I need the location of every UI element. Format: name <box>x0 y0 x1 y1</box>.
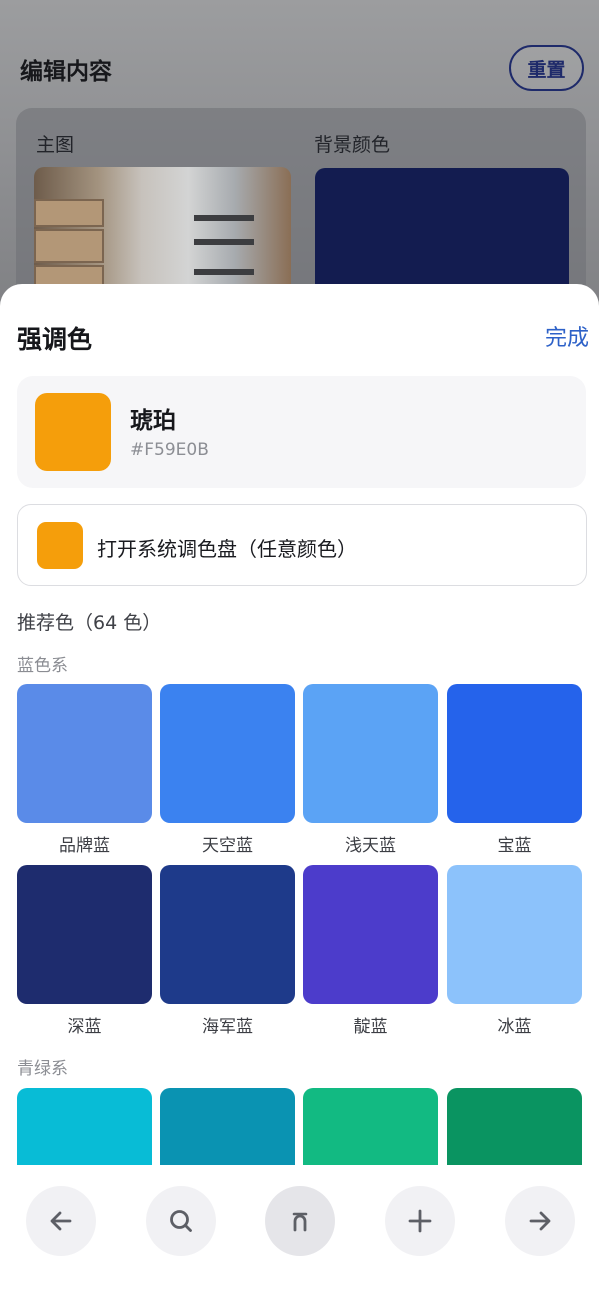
editor-title: 编辑内容 <box>20 59 112 85</box>
color-swatch[interactable]: 品牌蓝 <box>17 684 152 856</box>
reset-button[interactable]: 重置 <box>509 45 584 91</box>
swatch-name: 天空蓝 <box>202 836 253 856</box>
done-button[interactable]: 完成 <box>545 320 589 352</box>
main-image-label: 主图 <box>36 134 75 156</box>
sheet-title: 强调色 <box>17 325 93 354</box>
color-swatch[interactable]: 深蓝 <box>17 865 152 1037</box>
swatch-color-box <box>303 684 438 823</box>
current-color-card: 琥珀 #F59E0B <box>17 376 586 488</box>
color-swatch[interactable]: 浅天蓝 <box>303 684 438 856</box>
search-icon[interactable] <box>146 1186 216 1256</box>
swatch-name: 靛蓝 <box>353 1017 388 1037</box>
current-color-swatch <box>35 393 111 471</box>
swatch-color-box <box>303 865 438 1004</box>
swatch-name: 深蓝 <box>67 1017 102 1037</box>
accent-color-sheet: 强调色 完成 琥珀 #F59E0B 打开系统调色盘（任意颜色） 推荐色（64 色… <box>0 284 599 1300</box>
color-swatch[interactable]: 海军蓝 <box>160 865 295 1037</box>
shelf-shape <box>194 269 254 275</box>
picker-label: 打开系统调色盘（任意颜色） <box>97 537 357 561</box>
box-shape <box>34 199 104 227</box>
color-swatch[interactable]: 天空蓝 <box>160 684 295 856</box>
current-color-name: 琥珀 <box>130 408 176 434</box>
color-swatch[interactable]: 冰蓝 <box>447 865 582 1037</box>
color-swatch[interactable]: 靛蓝 <box>303 865 438 1037</box>
box-shape <box>34 229 104 263</box>
forward-arrow-icon[interactable] <box>505 1186 575 1256</box>
swatch-name: 品牌蓝 <box>59 836 110 856</box>
shelf-shape <box>194 239 254 245</box>
swatch-color-box <box>160 684 295 823</box>
recommended-colors-label: 推荐色（64 色） <box>17 612 162 634</box>
group-label-teal: 青绿系 <box>17 1059 68 1079</box>
swatch-name: 宝蓝 <box>497 836 532 856</box>
bottom-navigation <box>0 1165 599 1300</box>
swatch-name: 冰蓝 <box>497 1017 532 1037</box>
swatch-name: 浅天蓝 <box>345 836 396 856</box>
color-swatch[interactable]: 宝蓝 <box>447 684 582 856</box>
swatch-color-box <box>447 865 582 1004</box>
swatch-grid-blue: 品牌蓝 天空蓝 浅天蓝 宝蓝深蓝 海军蓝 靛蓝 冰蓝 <box>17 684 583 1044</box>
back-arrow-icon[interactable] <box>26 1186 96 1256</box>
swatch-name: 海军蓝 <box>202 1017 253 1037</box>
open-system-palette-button[interactable]: 打开系统调色盘（任意颜色） <box>17 504 587 586</box>
plus-icon[interactable] <box>385 1186 455 1256</box>
group-label-blue: 蓝色系 <box>17 656 68 676</box>
home-icon[interactable] <box>265 1186 335 1256</box>
current-color-hex: #F59E0B <box>130 440 209 460</box>
swatch-color-box <box>160 865 295 1004</box>
swatch-color-box <box>17 684 152 823</box>
swatch-color-box <box>447 684 582 823</box>
background-color-label: 背景颜色 <box>314 134 391 156</box>
shelf-shape <box>194 215 254 221</box>
picker-color-swatch <box>37 522 83 569</box>
swatch-color-box <box>17 865 152 1004</box>
